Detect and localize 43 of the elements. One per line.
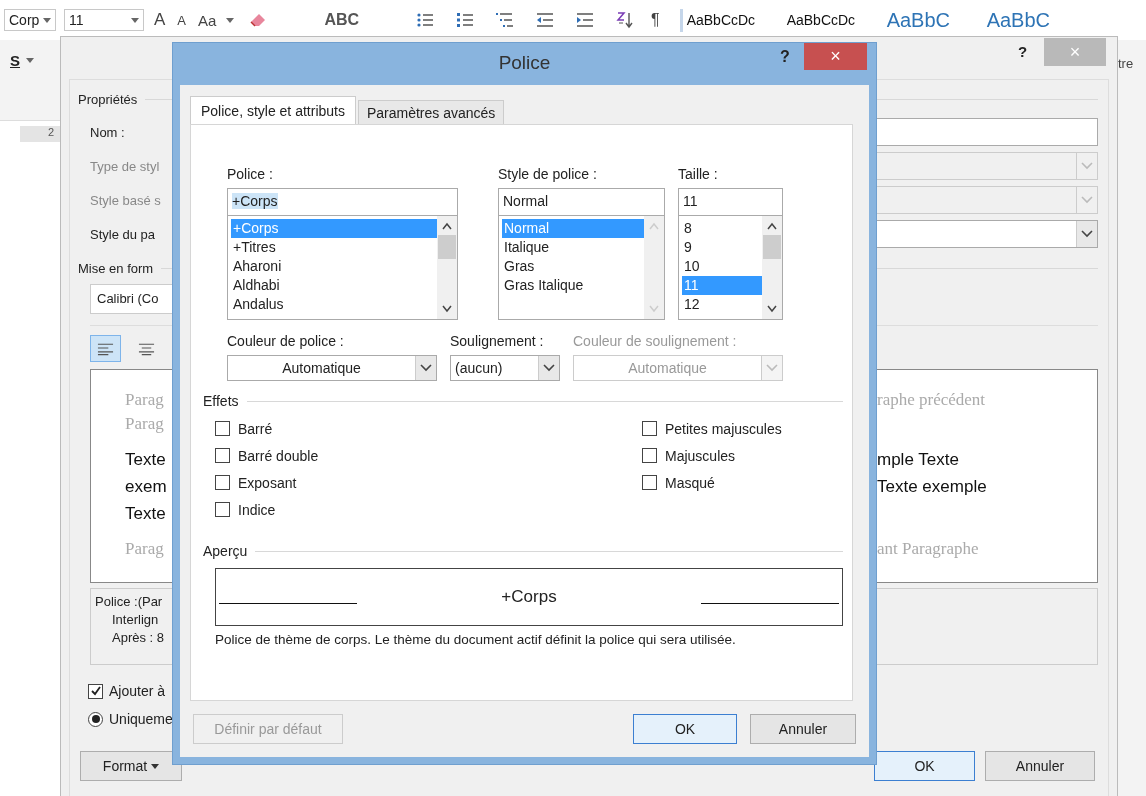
preview-text: +Corps (501, 587, 557, 607)
preview-text: Texte (125, 503, 166, 524)
field-label: Style de police : (498, 166, 598, 184)
checkbox-label: Barré (238, 420, 273, 437)
section-heading: Effets (203, 393, 239, 409)
checkbox-label: Barré double (238, 447, 319, 464)
description-text: Après : 8 (111, 629, 165, 647)
preview-note: Police de thème de corps. Le thème du document actif définit la police qui sera utilisée. (215, 632, 737, 647)
checkbox-label: Petites majuscules (665, 420, 782, 437)
section-heading: Aperçu (203, 543, 248, 559)
dropdown-field: Automatique (573, 355, 783, 381)
checkbox-label: Ajouter à (109, 683, 166, 699)
checkbox-label: Masqué (665, 474, 715, 491)
preview-text: raphe précédent (877, 390, 987, 410)
section-heading: Mise en form (78, 261, 154, 276)
section-heading: Propriétés (78, 92, 138, 107)
field-label: Taille : (678, 166, 719, 184)
ruler-number: 2 (47, 126, 54, 138)
preview-text: Texte exemple (877, 476, 988, 497)
preview-text: Parag (125, 390, 164, 410)
field-label: Style basé s (90, 192, 162, 208)
window-title: Police (497, 52, 552, 74)
description-text: Police :(Par (95, 593, 163, 611)
field-label: Style du pa (90, 226, 157, 242)
field-label: Type de styl (90, 158, 161, 174)
description-text: Interlign (111, 611, 159, 629)
checkbox-label: Majuscules (665, 447, 736, 464)
field-label: Couleur de police : (227, 333, 345, 351)
field-label: Police : (227, 166, 274, 184)
field-label: Nom : (90, 124, 126, 140)
set-default-button: Définir par défaut (193, 714, 343, 744)
radio-label: Uniqueme (109, 711, 173, 727)
ribbon-label: tre (1118, 56, 1134, 71)
field-label: Soulignement : (450, 333, 545, 351)
preview-text: Parag (125, 539, 164, 559)
preview-text: mple Texte (877, 449, 960, 470)
checkbox-label: Indice (238, 501, 276, 518)
preview-text: Texte (125, 449, 166, 470)
checkbox-label: Exposant (238, 474, 297, 491)
preview-text: exem (125, 476, 167, 497)
preview-text: ant Paragraphe (877, 539, 980, 559)
field-label: Couleur de soulignement : (573, 333, 738, 351)
preview-text: Parag (125, 414, 164, 434)
